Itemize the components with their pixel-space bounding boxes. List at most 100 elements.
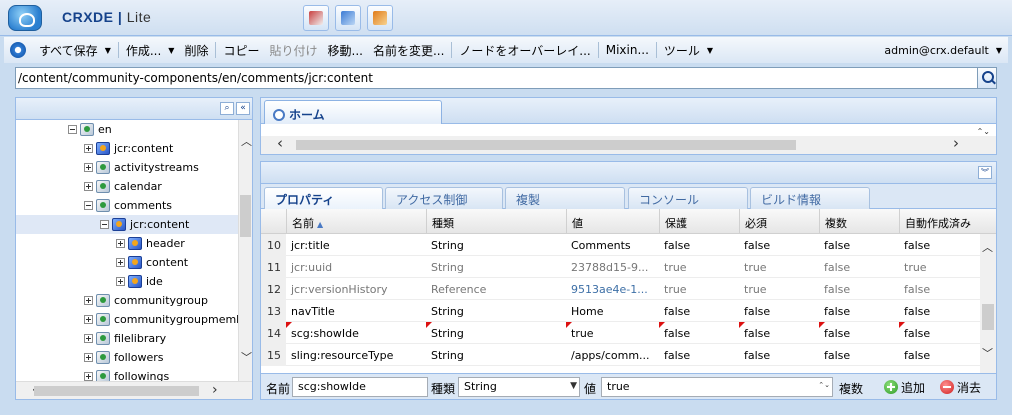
grid-scroll-thumb[interactable] xyxy=(982,304,994,330)
tree-node[interactable]: followers xyxy=(84,348,163,367)
scroll-up-icon[interactable]: ︿ xyxy=(982,242,993,254)
cell-name[interactable]: jcr:uuid xyxy=(286,256,426,278)
cell-mandatory[interactable]: true xyxy=(739,256,819,278)
expand-node-icon[interactable] xyxy=(84,182,93,191)
delete-button[interactable]: 削除 xyxy=(179,39,213,61)
cell-multiple[interactable]: false xyxy=(819,256,899,278)
tree-node[interactable]: jcr:content xyxy=(84,139,173,158)
table-row[interactable]: 12 jcr:versionHistory Reference 9513ae4e-1.… xyxy=(261,278,980,300)
property-name-input[interactable]: scg:showIde xyxy=(292,377,428,397)
editor-hscroll-thumb[interactable] xyxy=(296,140,796,150)
copy-button[interactable]: コピー xyxy=(218,39,264,61)
cell-protected[interactable]: true xyxy=(659,256,739,278)
tree-node[interactable]: calendar xyxy=(84,177,162,196)
cell-autocreated[interactable]: false xyxy=(899,322,980,344)
move-button[interactable]: 移動... xyxy=(323,39,368,61)
tree-horizontal-scrollbar[interactable]: ‹ › xyxy=(16,381,252,399)
cell-autocreated[interactable]: true xyxy=(899,256,980,278)
collapse-left-icon[interactable]: « xyxy=(236,102,250,115)
table-row[interactable]: 10 jcr:title String Comments false false false… xyxy=(261,234,980,256)
property-type-select[interactable]: String ▼ xyxy=(458,377,580,397)
table-row[interactable]: 14 scg:showIde String true false false false fa… xyxy=(261,322,980,344)
cell-protected[interactable]: false xyxy=(659,322,739,344)
cell-mandatory[interactable]: true xyxy=(739,278,819,300)
tools-button[interactable] xyxy=(303,5,329,31)
rename-button[interactable]: 名前を変更... xyxy=(368,39,449,61)
expand-node-icon[interactable] xyxy=(84,163,93,172)
cell-value[interactable]: 23788d15-9... xyxy=(566,256,659,278)
cell-autocreated[interactable]: false xyxy=(899,300,980,322)
cell-mandatory[interactable]: false xyxy=(739,300,819,322)
cell-multiple[interactable]: false xyxy=(819,322,899,344)
collapse-node-icon[interactable] xyxy=(100,220,109,229)
tree-node[interactable]: ide xyxy=(116,272,163,291)
column-header-value[interactable]: 値 xyxy=(566,209,659,234)
tab-properties[interactable]: プロパティ xyxy=(264,187,383,210)
editor-horizontal-scrollbar[interactable]: ‹ › xyxy=(261,136,996,154)
cell-protected[interactable]: false xyxy=(659,300,739,322)
mixin-button[interactable]: Mixin... xyxy=(601,39,654,61)
user-menu[interactable]: admin@crx.default ▼ xyxy=(879,39,1008,61)
scroll-right-icon[interactable]: › xyxy=(953,136,959,151)
cell-autocreated[interactable]: false xyxy=(899,234,980,256)
cell-autocreated[interactable]: false xyxy=(899,278,980,300)
cell-protected[interactable]: true xyxy=(659,278,739,300)
path-input[interactable]: /content/community-components/en/comment… xyxy=(18,71,373,85)
cell-name[interactable]: sling:resourceType xyxy=(286,344,426,366)
tree-node[interactable]: jcr:content xyxy=(16,215,238,234)
column-header-name[interactable]: 名前 ▲ xyxy=(286,209,426,234)
search-icon[interactable] xyxy=(977,67,997,89)
tab-build-info[interactable]: ビルド情報 xyxy=(750,187,870,209)
cell-name[interactable]: jcr:versionHistory xyxy=(286,278,426,300)
cell-protected[interactable]: false xyxy=(659,344,739,366)
table-row[interactable]: 15 sling:resourceType String/apps/comm... f… xyxy=(261,344,980,366)
refresh-icon[interactable] xyxy=(10,42,26,58)
scroll-left-icon[interactable]: ‹ xyxy=(277,136,283,151)
cell-type[interactable]: String xyxy=(426,300,566,322)
tree-node[interactable]: communitygroupmemberlis xyxy=(84,310,238,329)
cell-name[interactable]: scg:showIde xyxy=(286,322,426,344)
tab-replication[interactable]: 複製 xyxy=(505,187,625,209)
scroll-right-icon[interactable]: › xyxy=(212,383,218,397)
cell-type[interactable]: Reference xyxy=(426,278,566,300)
tree-node[interactable]: en xyxy=(68,120,112,139)
tree-node[interactable]: followings xyxy=(84,367,169,381)
create-menu[interactable]: 作成... ▼ xyxy=(121,39,180,61)
tree-node[interactable]: header xyxy=(116,234,185,253)
tree-node[interactable]: comments xyxy=(84,196,172,215)
bundle-button[interactable] xyxy=(367,5,393,31)
cell-protected[interactable]: false xyxy=(659,234,739,256)
collapse-down-icon[interactable]: ︾ xyxy=(978,166,992,179)
expand-node-icon[interactable] xyxy=(84,353,93,362)
remove-button[interactable]: 消去 xyxy=(940,378,981,396)
tree-hscroll-thumb[interactable] xyxy=(34,386,199,396)
paste-button[interactable]: 貼り付け xyxy=(264,39,322,61)
cell-type[interactable]: String xyxy=(426,256,566,278)
tree-scroll-thumb[interactable] xyxy=(240,195,251,237)
overlay-node-button[interactable]: ノードをオーバーレイ... xyxy=(454,39,595,61)
tab-console[interactable]: コンソール xyxy=(628,187,748,209)
grid-vertical-scrollbar[interactable]: ︿ ﹀ xyxy=(980,234,996,373)
binoculars-icon[interactable]: ⌕ xyxy=(220,102,234,115)
cell-type[interactable]: String xyxy=(426,322,566,344)
cell-autocreated[interactable]: false xyxy=(899,344,980,366)
table-row[interactable]: 11 jcr:uuid String 23788d15-9... true true fal… xyxy=(261,256,980,278)
expand-node-icon[interactable] xyxy=(84,144,93,153)
cell-type[interactable]: String xyxy=(426,234,566,256)
path-bar[interactable]: /content/community-components/en/comment… xyxy=(15,67,997,89)
expand-node-icon[interactable] xyxy=(116,277,125,286)
cell-value[interactable]: /apps/comm... xyxy=(566,344,659,366)
cell-multiple[interactable]: false xyxy=(819,344,899,366)
package-button[interactable] xyxy=(335,5,361,31)
scroll-up-icon[interactable]: ︿ xyxy=(241,136,252,148)
tree-vertical-scrollbar[interactable]: ︿ ﹀ xyxy=(238,120,252,381)
cell-value[interactable]: Home xyxy=(566,300,659,322)
tree-node[interactable]: content xyxy=(116,253,188,272)
table-row[interactable]: 13 navTitle String Home false false false false xyxy=(261,300,980,322)
cell-name[interactable]: navTitle xyxy=(286,300,426,322)
spinner-icon[interactable]: ⌃⌄ xyxy=(818,381,830,389)
tree-node[interactable]: filelibrary xyxy=(84,329,166,348)
expand-node-icon[interactable] xyxy=(116,258,125,267)
column-header-multiple[interactable]: 複数 xyxy=(819,209,899,234)
cell-value[interactable]: 9513ae4e-1... xyxy=(566,278,659,300)
